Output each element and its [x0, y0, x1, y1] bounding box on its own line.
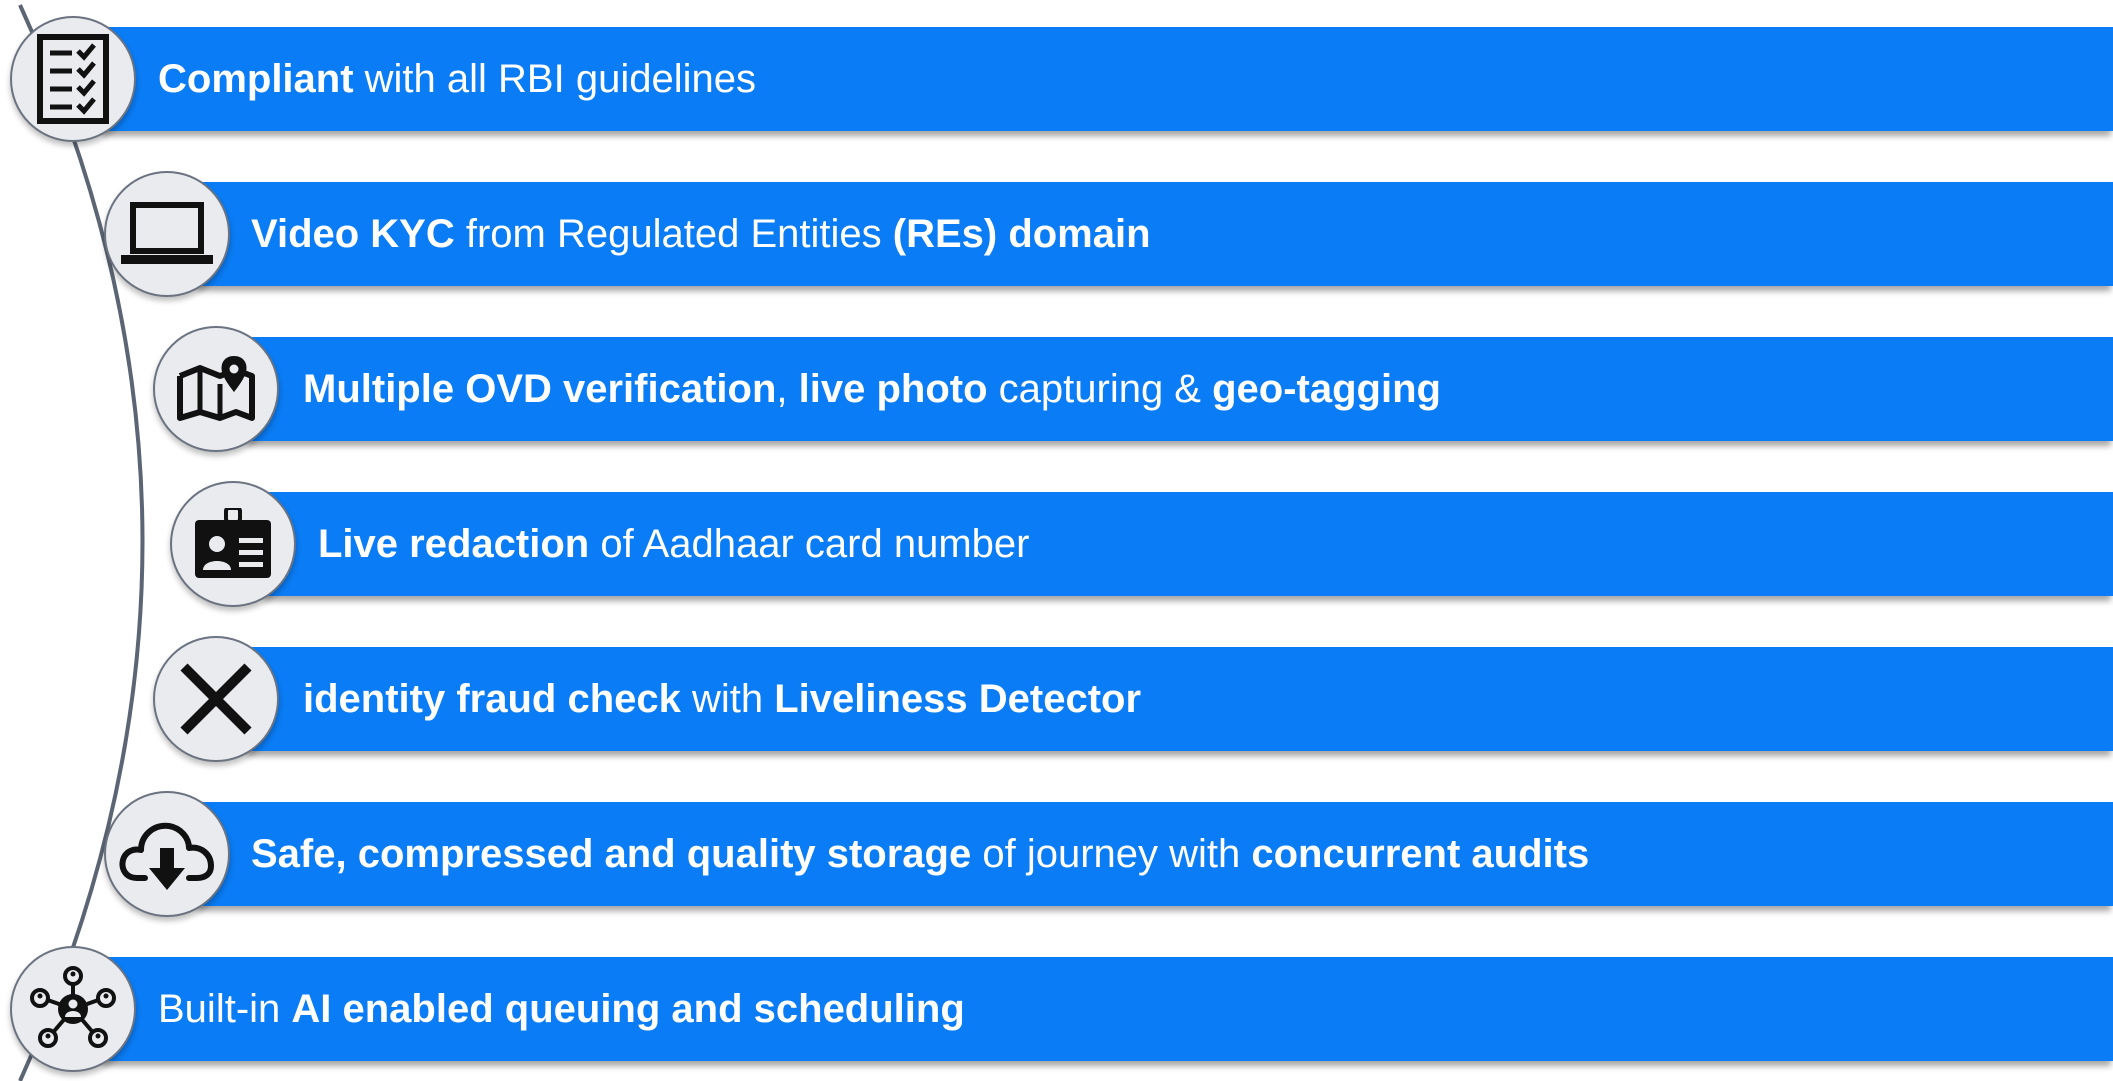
badge-storage [104, 791, 230, 917]
feature-bar-storage: Safe, compressed and quality storage of … [195, 802, 2113, 906]
badge-compliance [10, 16, 136, 142]
checklist-icon [37, 34, 109, 124]
close-x-icon [180, 663, 252, 735]
feature-bar-video-kyc: Video KYC from Regulated Entities (REs) … [195, 182, 2113, 286]
feature-bar-compliance: Compliant with all RBI guidelines [100, 27, 2113, 131]
badge-redaction [170, 481, 296, 607]
network-users-icon [30, 966, 116, 1048]
feature-bar-ai-queue: Built-in AI enabled queuing and scheduli… [100, 957, 2113, 1061]
badge-ovd [153, 326, 279, 452]
feature-text-ovd: Multiple OVD verification, live photo ca… [303, 366, 1441, 411]
feature-bar-fraud: identity fraud check with Liveliness Det… [245, 647, 2113, 751]
badge-fraud [153, 636, 279, 762]
id-card-icon [195, 508, 271, 578]
badge-video-kyc [104, 171, 230, 297]
badge-ai-queue [10, 946, 136, 1072]
feature-bar-ovd: Multiple OVD verification, live photo ca… [245, 337, 2113, 441]
map-pin-icon [177, 356, 255, 421]
feature-text-redaction: Live redaction of Aadhaar card number [318, 521, 1030, 566]
feature-bar-redaction: Live redaction of Aadhaar card number [262, 492, 2113, 596]
feature-text-ai-queue: Built-in AI enabled queuing and scheduli… [158, 986, 965, 1031]
feature-text-compliance: Compliant with all RBI guidelines [158, 56, 756, 101]
feature-text-fraud: identity fraud check with Liveliness Det… [303, 676, 1142, 721]
cloud-download-icon [119, 822, 214, 890]
feature-text-video-kyc: Video KYC from Regulated Entities (REs) … [251, 211, 1151, 256]
feature-text-storage: Safe, compressed and quality storage of … [251, 831, 1590, 876]
laptop-icon [121, 202, 213, 264]
